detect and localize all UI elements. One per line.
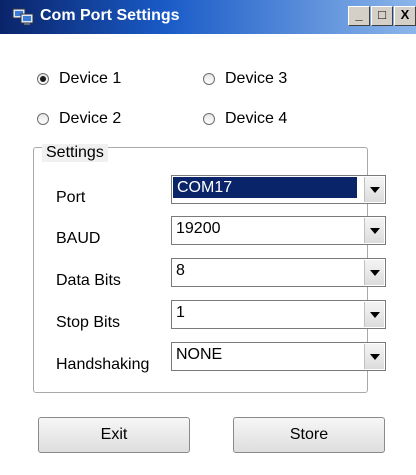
- baud-value: 19200: [176, 220, 221, 237]
- chevron-down-icon[interactable]: [364, 302, 384, 327]
- radio-device-4[interactable]: Device 4: [203, 110, 287, 128]
- stop-bits-label: Stop Bits: [56, 314, 121, 331]
- radio-button-icon[interactable]: [37, 113, 49, 125]
- port-value: COM17: [173, 177, 357, 198]
- stop-bits-value: 1: [176, 304, 185, 321]
- maximize-icon: □: [378, 7, 386, 22]
- radio-device-3[interactable]: Device 3: [203, 70, 287, 88]
- radio-button-icon[interactable]: [203, 113, 215, 125]
- store-button[interactable]: Store: [233, 417, 385, 453]
- title-bar[interactable]: Com Port Settings _ □ X: [0, 0, 416, 34]
- port-select[interactable]: COM17: [171, 175, 386, 204]
- radio-device-2[interactable]: Device 2: [37, 110, 121, 128]
- handshaking-value: NONE: [176, 346, 223, 363]
- chevron-down-icon[interactable]: [364, 344, 384, 369]
- radio-device-3-label: Device 3: [225, 70, 288, 87]
- close-button[interactable]: X: [394, 6, 416, 26]
- maximize-button[interactable]: □: [371, 6, 393, 26]
- data-bits-value: 8: [176, 262, 185, 279]
- data-bits-label: Data Bits: [56, 272, 121, 289]
- computer-network-icon: [12, 8, 34, 25]
- radio-button-icon[interactable]: [203, 73, 215, 85]
- chevron-down-icon[interactable]: [364, 218, 384, 243]
- radio-device-1-label: Device 1: [59, 70, 122, 87]
- radio-device-2-label: Device 2: [59, 110, 122, 127]
- handshaking-label: Handshaking: [56, 356, 150, 373]
- baud-label: BAUD: [56, 230, 101, 247]
- exit-button[interactable]: Exit: [38, 417, 190, 453]
- minimize-icon: _: [355, 7, 363, 22]
- window-title: Com Port Settings: [40, 7, 180, 24]
- chevron-down-icon[interactable]: [364, 177, 384, 202]
- stop-bits-select[interactable]: 1: [171, 300, 386, 329]
- radio-button-icon[interactable]: [37, 73, 49, 85]
- settings-legend: Settings: [42, 144, 108, 162]
- data-bits-select[interactable]: 8: [171, 258, 386, 287]
- handshaking-select[interactable]: NONE: [171, 342, 386, 371]
- radio-device-4-label: Device 4: [225, 110, 288, 127]
- close-icon: X: [400, 7, 410, 22]
- baud-select[interactable]: 19200: [171, 216, 386, 245]
- radio-device-1[interactable]: Device 1: [37, 70, 121, 88]
- port-label: Port: [56, 189, 86, 206]
- minimize-button[interactable]: _: [348, 6, 370, 26]
- chevron-down-icon[interactable]: [364, 260, 384, 285]
